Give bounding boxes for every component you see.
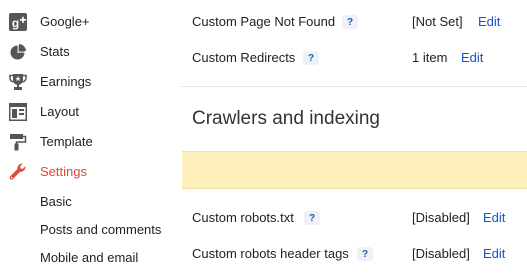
settings-subitem-mobile-and-email[interactable]: Mobile and email <box>40 250 138 265</box>
setting-label: Custom robots header tags <box>192 246 349 261</box>
pie-chart-icon <box>9 43 27 61</box>
svg-text:g: g <box>12 16 19 30</box>
settings-subitem-posts-and-comments[interactable]: Posts and comments <box>40 222 161 237</box>
sidebar-item-label: Template <box>40 134 93 149</box>
sidebar-item-earnings[interactable]: Earnings <box>0 68 180 96</box>
trophy-icon <box>9 73 27 91</box>
help-icon[interactable]: ? <box>342 15 358 29</box>
setting-label: Custom Page Not Found <box>192 14 336 29</box>
setting-value: 1 item <box>412 50 448 65</box>
setting-label: Custom robots.txt <box>192 210 294 225</box>
edit-link[interactable]: Edit <box>461 50 483 65</box>
settings-panel: Custom Page Not Found ? [Not Set] Edit C… <box>181 0 527 276</box>
notice-bar <box>182 151 527 189</box>
sidebar: g Google+ Stats Earnings Layout Template… <box>0 0 180 276</box>
setting-value: [Disabled] <box>412 210 470 225</box>
setting-value: [Not Set] <box>412 14 463 29</box>
sidebar-item-google-plus[interactable]: g Google+ <box>0 8 180 36</box>
layout-icon <box>9 103 27 121</box>
edit-link[interactable]: Edit <box>478 14 500 29</box>
setting-row-custom-redirects: Custom Redirects ? 1 item Edit <box>181 47 527 69</box>
blogger-settings-page: g Google+ Stats Earnings Layout Template… <box>0 0 527 276</box>
sidebar-item-stats[interactable]: Stats <box>0 38 180 66</box>
sidebar-item-label: Earnings <box>40 74 92 89</box>
section-divider <box>181 86 527 87</box>
sidebar-item-settings[interactable]: Settings <box>0 158 180 186</box>
edit-link[interactable]: Edit <box>483 246 505 261</box>
help-icon[interactable]: ? <box>303 51 319 65</box>
help-icon[interactable]: ? <box>304 211 320 225</box>
paint-roller-icon <box>9 133 27 151</box>
setting-value: [Disabled] <box>412 246 470 261</box>
setting-label: Custom Redirects <box>192 50 296 65</box>
setting-row-custom-robots-header-tags: Custom robots header tags ? [Disabled] E… <box>181 243 527 265</box>
edit-link[interactable]: Edit <box>483 210 505 225</box>
setting-row-custom-page-not-found: Custom Page Not Found ? [Not Set] Edit <box>181 11 527 33</box>
google-plus-icon: g <box>9 13 27 31</box>
help-icon[interactable]: ? <box>357 247 373 261</box>
section-heading: Crawlers and indexing <box>192 108 380 129</box>
sidebar-item-label: Layout <box>40 104 80 119</box>
sidebar-item-label: Google+ <box>40 14 90 29</box>
wrench-icon <box>9 163 27 181</box>
sidebar-item-layout[interactable]: Layout <box>0 98 180 126</box>
sidebar-item-label: Stats <box>40 44 70 59</box>
setting-row-custom-robots-txt: Custom robots.txt ? [Disabled] Edit <box>181 207 527 229</box>
sidebar-item-label: Settings <box>40 164 87 179</box>
sidebar-item-template[interactable]: Template <box>0 128 180 156</box>
settings-subitem-basic[interactable]: Basic <box>40 194 72 209</box>
